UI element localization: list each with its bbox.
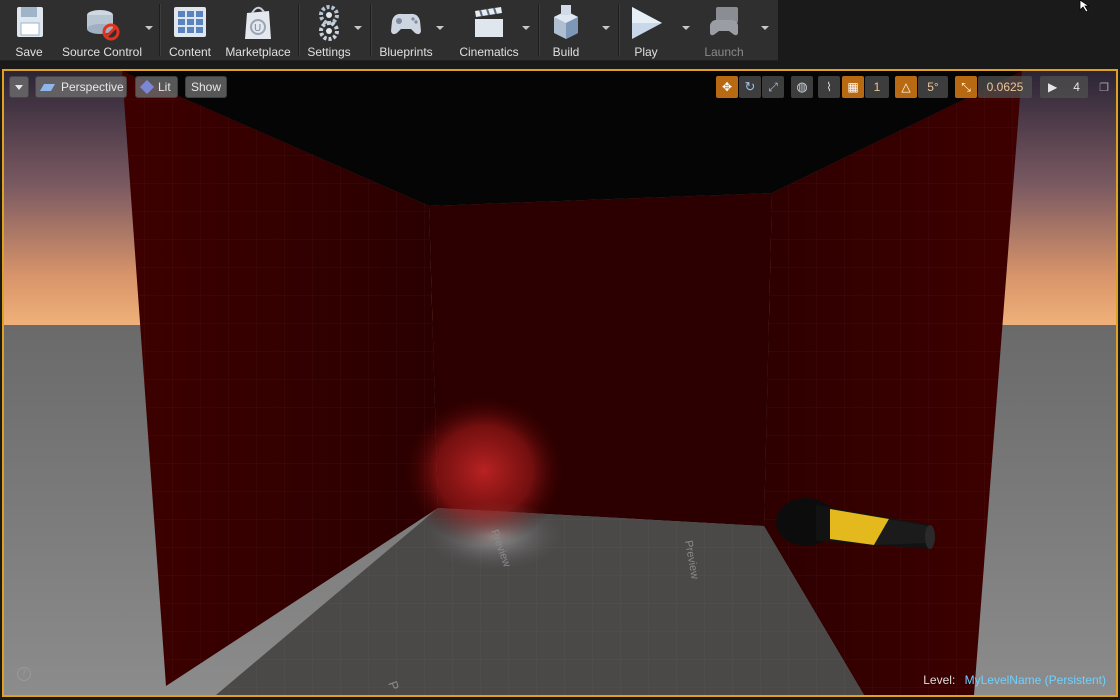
- play-icon: [632, 7, 662, 39]
- cinematics-label: Cinematics: [459, 45, 519, 59]
- source-control-dropdown[interactable]: [143, 22, 155, 34]
- show-label: Show: [190, 80, 222, 94]
- rotate-mode-button[interactable]: ↻: [739, 76, 761, 98]
- rotate-icon: ↻: [744, 79, 756, 94]
- toolbar-separator: [538, 4, 540, 56]
- toolbar-separator: [298, 4, 300, 56]
- rotation-snap-toggle[interactable]: △: [895, 76, 917, 98]
- viewport-scene: Preview Preview P: [4, 71, 1116, 695]
- save-label: Save: [15, 45, 43, 59]
- surface-snapping-toggle[interactable]: ⌇: [818, 76, 840, 98]
- build-label: Build: [552, 45, 580, 59]
- launch-button[interactable]: Launch: [700, 0, 748, 60]
- svg-text:U: U: [254, 23, 261, 34]
- rotation-snap-value[interactable]: 5°: [918, 76, 948, 98]
- help-icon[interactable]: ?: [17, 667, 31, 681]
- toolbar-separator: [159, 4, 161, 56]
- settings-gear-icon: [319, 5, 339, 41]
- blueprints-label: Blueprints: [379, 45, 433, 59]
- main-toolbar: Save Source Control Content U Marketplac…: [0, 0, 778, 61]
- blueprints-button[interactable]: Blueprints: [376, 0, 436, 60]
- show-flags-button[interactable]: Show: [185, 76, 227, 98]
- source-control-icon: [87, 10, 120, 41]
- lit-label: Lit: [158, 80, 171, 94]
- scale-snap-toggle[interactable]: ⤡: [955, 76, 977, 98]
- globe-icon: ◍: [796, 79, 808, 94]
- marketplace-bag-icon: U: [245, 6, 271, 39]
- build-button[interactable]: Build: [544, 0, 588, 60]
- launch-gamepad-icon: [710, 7, 738, 36]
- play-label: Play: [634, 45, 658, 59]
- toolbar-separator: [618, 4, 620, 56]
- move-arrows-icon: ✥: [721, 80, 733, 94]
- grid-snap-value-label: 1: [873, 80, 881, 94]
- play-button[interactable]: Play: [624, 0, 668, 60]
- scale-snap-value[interactable]: 0.0625: [978, 76, 1032, 98]
- source-control-button[interactable]: Source Control: [58, 0, 146, 60]
- marketplace-label: Marketplace: [225, 45, 291, 59]
- build-blocks-icon: [554, 5, 578, 39]
- maximize-icon: ❐: [1099, 81, 1109, 94]
- grid-snap-value[interactable]: 1: [865, 76, 889, 98]
- cinematics-clapper-icon: [475, 7, 503, 37]
- scale-snap-icon: ⤡: [961, 79, 971, 94]
- angle-icon: △: [901, 80, 911, 94]
- settings-label: Settings: [307, 45, 351, 59]
- camera-icon: ▶: [1048, 80, 1058, 94]
- chevron-down-icon: [15, 84, 23, 90]
- cinematics-dropdown[interactable]: [520, 22, 532, 34]
- build-dropdown[interactable]: [600, 22, 612, 34]
- camera-speed-value: 4: [1073, 80, 1080, 94]
- scale-snap-value-label: 0.0625: [986, 80, 1024, 94]
- source-control-label: Source Control: [61, 45, 143, 59]
- maximize-viewport-button[interactable]: ❐: [1096, 76, 1112, 98]
- toolbar-separator: [370, 4, 372, 56]
- scale-icon: ⤢: [768, 79, 778, 94]
- level-prefix: Level:: [923, 673, 956, 687]
- content-grid-icon: [174, 7, 206, 37]
- translate-mode-button[interactable]: ✥: [716, 76, 738, 98]
- marketplace-button[interactable]: U Marketplace: [222, 0, 294, 60]
- grid-snap-toggle[interactable]: ▦: [842, 76, 864, 98]
- settings-dropdown[interactable]: [352, 22, 364, 34]
- lit-sphere-icon: [139, 79, 155, 95]
- blueprints-dropdown[interactable]: [434, 22, 446, 34]
- world-local-toggle[interactable]: ◍: [791, 76, 813, 98]
- surface-snap-icon: ⌇: [826, 80, 832, 94]
- rotation-snap-value-label: 5°: [927, 80, 939, 94]
- level-viewport[interactable]: Preview Preview P Perspective Lit Show ✥…: [2, 69, 1118, 697]
- settings-button[interactable]: Settings: [304, 0, 354, 60]
- perspective-cube-icon: [39, 83, 56, 91]
- content-button[interactable]: Content: [166, 0, 214, 60]
- play-dropdown[interactable]: [680, 22, 692, 34]
- content-label: Content: [168, 45, 212, 59]
- perspective-label: Perspective: [61, 80, 124, 94]
- scale-mode-button[interactable]: ⤢: [762, 76, 784, 98]
- viewport-options-dropdown[interactable]: [9, 76, 29, 98]
- cinematics-button[interactable]: Cinematics: [454, 0, 524, 60]
- save-icon: [17, 7, 43, 37]
- camera-speed-button[interactable]: ▶ 4: [1040, 76, 1088, 98]
- perspective-view-button[interactable]: Perspective: [35, 76, 127, 98]
- lit-view-mode-button[interactable]: Lit: [135, 76, 178, 98]
- grid-icon: ▦: [847, 80, 859, 94]
- mouse-cursor-icon: [1079, 0, 1091, 12]
- save-button[interactable]: Save: [6, 0, 52, 60]
- level-name: MyLevelName (Persistent): [964, 673, 1106, 687]
- current-level-label: Level: MyLevelName (Persistent): [923, 673, 1106, 687]
- blueprints-gamepad-icon: [391, 13, 421, 35]
- launch-dropdown[interactable]: [759, 22, 771, 34]
- launch-label: Launch: [704, 45, 744, 59]
